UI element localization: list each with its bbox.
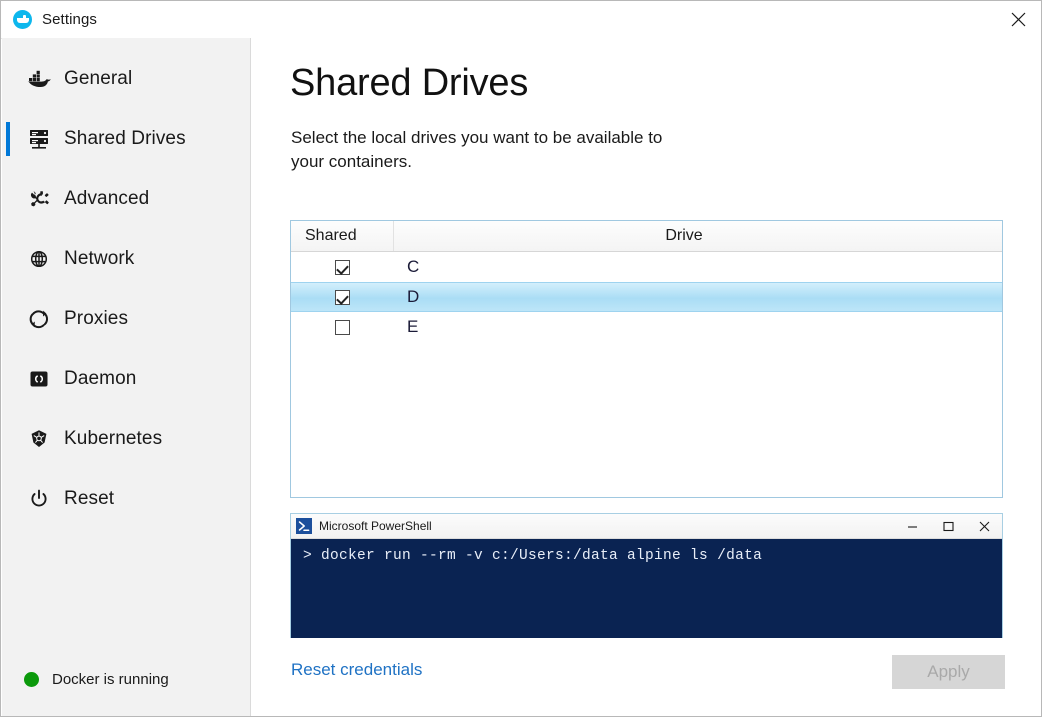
sidebar-item-daemon[interactable]: Daemon [2, 349, 250, 409]
selection-indicator [6, 182, 10, 216]
power-icon [22, 488, 56, 510]
shared-checkbox-cell[interactable] [291, 259, 394, 275]
selection-indicator [6, 62, 10, 96]
shared-checkbox-cell[interactable] [291, 319, 394, 335]
kubernetes-helm-icon [22, 428, 56, 450]
close-icon[interactable] [995, 1, 1041, 37]
sidebar-item-network[interactable]: Network [2, 229, 250, 289]
maximize-icon[interactable] [930, 514, 966, 538]
terminal-line: > docker run --rm -v c:/Users:/data alpi… [303, 548, 763, 564]
sidebar-item-kubernetes[interactable]: Kubernetes [2, 409, 250, 469]
drive-letter: E [407, 317, 419, 336]
table-row[interactable]: E [291, 312, 1002, 342]
main-content: Shared Drives Select the local drives yo… [251, 38, 1041, 716]
sidebar-item-label: Shared Drives [64, 128, 186, 149]
page-subtitle: Select the local drives you want to be a… [291, 128, 663, 172]
window-title: Settings [42, 11, 97, 28]
code-brackets-icon [22, 368, 56, 390]
sidebar-item-label: Network [64, 248, 135, 269]
page-title: Shared Drives [290, 62, 529, 104]
window-titlebar: Settings [1, 1, 1041, 39]
sidebar-item-label: General [64, 68, 133, 89]
selection-indicator [6, 422, 10, 456]
sidebar-nav: General Shared Drives Advanced Network P… [2, 38, 250, 529]
gear-settings-icon [22, 188, 56, 210]
globe-network-icon [22, 248, 56, 270]
sidebar-item-general[interactable]: General [2, 49, 250, 109]
sidebar-item-label: Advanced [64, 188, 150, 209]
sidebar-item-label: Daemon [64, 368, 137, 389]
status-text: Docker is running [52, 671, 169, 688]
sidebar-item-label: Reset [64, 488, 115, 509]
apply-button[interactable]: Apply [892, 655, 1005, 689]
sidebar-item-shared-drives[interactable]: Shared Drives [2, 109, 250, 169]
powershell-title: Microsoft PowerShell [319, 519, 432, 533]
powershell-titlebar: Microsoft PowerShell [291, 514, 1002, 539]
selection-indicator [6, 122, 10, 156]
column-header-drive: Drive [665, 227, 703, 244]
selection-indicator [6, 302, 10, 336]
proxy-arrows-icon [22, 308, 56, 330]
sidebar: General Shared Drives Advanced Network P… [2, 38, 251, 716]
selection-indicator [6, 482, 10, 516]
shared-checkbox[interactable] [335, 259, 350, 275]
drive-letter: C [407, 257, 420, 276]
table-row[interactable]: D [291, 282, 1002, 312]
server-drives-icon [22, 128, 56, 150]
table-row[interactable]: C [291, 252, 1002, 282]
minimize-icon[interactable] [894, 514, 930, 538]
reset-credentials-link[interactable]: Reset credentials [291, 660, 422, 680]
powershell-window: Microsoft PowerShell > docker run --rm -… [290, 513, 1003, 638]
powershell-icon [296, 518, 312, 534]
table-header-row: Shared Drive [291, 221, 1002, 252]
sidebar-item-reset[interactable]: Reset [2, 469, 250, 529]
close-icon[interactable] [966, 514, 1002, 538]
drive-letter: D [407, 287, 420, 306]
shared-checkbox[interactable] [335, 289, 350, 305]
selection-indicator [6, 242, 10, 276]
powershell-window-controls [894, 514, 1002, 538]
shared-checkbox[interactable] [335, 319, 350, 335]
docker-whale-icon [22, 69, 56, 89]
selection-indicator [6, 362, 10, 396]
powershell-console[interactable]: > docker run --rm -v c:/Users:/data alpi… [291, 539, 1002, 638]
sidebar-item-label: Kubernetes [64, 428, 163, 449]
docker-whale-icon [13, 10, 32, 29]
shared-checkbox-cell[interactable] [291, 289, 394, 305]
settings-window: Settings General Shared Drives Advanced … [0, 0, 1042, 717]
sidebar-item-advanced[interactable]: Advanced [2, 169, 250, 229]
status-dot-icon [24, 672, 39, 687]
sidebar-item-proxies[interactable]: Proxies [2, 289, 250, 349]
column-header-shared: Shared [291, 221, 394, 251]
sidebar-item-label: Proxies [64, 308, 129, 329]
shared-drives-table: Shared Drive C D E [290, 220, 1003, 498]
status-badge: Docker is running [2, 671, 169, 688]
table-body: C D E [291, 252, 1002, 342]
